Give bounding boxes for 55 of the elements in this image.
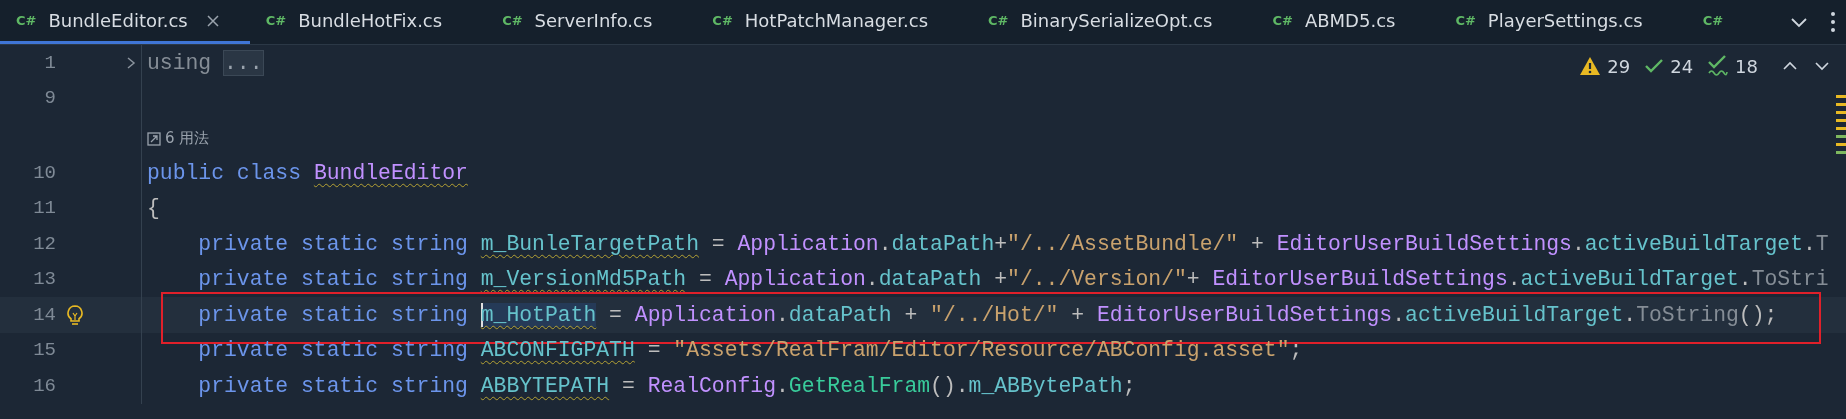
csharp-file-icon: C# bbox=[1702, 13, 1724, 28]
tab-label: BinarySerializeOpt.cs bbox=[1020, 10, 1213, 31]
line-number: 11 bbox=[32, 197, 56, 220]
csharp-file-icon: C# bbox=[988, 13, 1009, 28]
code-line: private static string m_VersionMd5Path = Application.dataPath +"/../Version/"+ EditorUserBuildSettings.activeBuildTarget.ToStri bbox=[197, 267, 1829, 292]
code-line: using ... bbox=[147, 50, 263, 75]
tab-label: HotPatchManager.cs bbox=[744, 10, 929, 31]
line-number: 13 bbox=[32, 268, 56, 291]
code-line: private static string ABBYTEPATH = RealConfig.GetRealFram().m_ABBytePath; bbox=[197, 373, 1136, 398]
code-line: private static string ABCONFIGPATH = "Assets/RealFram/Editor/Resource/ABConfig.asset"; bbox=[197, 338, 1303, 363]
warning-icon bbox=[1579, 56, 1602, 76]
editor-tab[interactable]: C# BundleEditor.cs bbox=[0, 0, 250, 44]
editor-tab[interactable]: C# BundleHotFix.cs bbox=[249, 0, 487, 44]
line-number: 16 bbox=[32, 374, 56, 397]
code-line: { bbox=[147, 196, 160, 221]
csharp-file-icon: C# bbox=[265, 13, 287, 28]
line-number: 1 bbox=[43, 51, 56, 74]
editor-tab[interactable]: C# bbox=[1686, 0, 1768, 44]
fold-chevron-icon[interactable] bbox=[126, 55, 136, 70]
chevron-up-icon[interactable] bbox=[1782, 61, 1798, 71]
scrollbar-marker-strip bbox=[1836, 95, 1846, 154]
code-line: public class BundleEditor bbox=[147, 160, 468, 185]
more-menu-icon[interactable] bbox=[1830, 11, 1836, 33]
tab-label: BundleHotFix.cs bbox=[298, 10, 443, 31]
typo-count: 18 bbox=[1735, 55, 1758, 77]
csharp-file-icon: C# bbox=[16, 13, 37, 28]
line-number: 15 bbox=[32, 339, 56, 362]
lightbulb-icon[interactable] bbox=[66, 303, 84, 326]
external-link-icon bbox=[147, 131, 161, 146]
editor-tab[interactable]: C# PlayerSettings.cs bbox=[1439, 0, 1687, 44]
tab-label: BundleEditor.cs bbox=[48, 10, 188, 31]
editor-tab[interactable]: C# ServerInfo.cs bbox=[486, 0, 697, 44]
csharp-file-icon: C# bbox=[1272, 13, 1293, 28]
close-icon[interactable] bbox=[205, 13, 220, 28]
line-number: 10 bbox=[32, 161, 56, 184]
tab-label: PlayerSettings.cs bbox=[1487, 10, 1643, 31]
warning-count: 29 bbox=[1607, 55, 1631, 77]
editor-tab[interactable]: C# BinarySerializeOpt.cs bbox=[972, 0, 1257, 44]
check-squiggle-icon bbox=[1707, 55, 1730, 77]
line-number: 14 bbox=[32, 303, 56, 326]
check-icon bbox=[1644, 58, 1665, 74]
editor-tab[interactable]: C# HotPatchManager.cs bbox=[696, 0, 973, 44]
code-line: private static string m_BunleTargetPath = Application.dataPath+"/../AssetBundle/" + EditorUserBuildSettings.activeBuildTarget.T bbox=[197, 231, 1829, 256]
tab-label: ABMD5.cs bbox=[1304, 10, 1396, 31]
csharp-file-icon: C# bbox=[1455, 13, 1476, 28]
tab-label: ServerInfo.cs bbox=[534, 10, 653, 31]
weak-warning-count: 24 bbox=[1670, 55, 1694, 77]
line-number: 12 bbox=[32, 232, 56, 255]
usages-hint[interactable]: 6 用法 bbox=[165, 129, 210, 148]
editor-tab[interactable]: C# ABMD5.cs bbox=[1256, 0, 1440, 44]
csharp-file-icon: C# bbox=[712, 13, 733, 28]
chevron-down-icon[interactable] bbox=[1790, 16, 1808, 28]
line-number: 9 bbox=[43, 87, 56, 110]
chevron-down-icon[interactable] bbox=[1814, 61, 1830, 71]
csharp-file-icon: C# bbox=[502, 13, 523, 28]
